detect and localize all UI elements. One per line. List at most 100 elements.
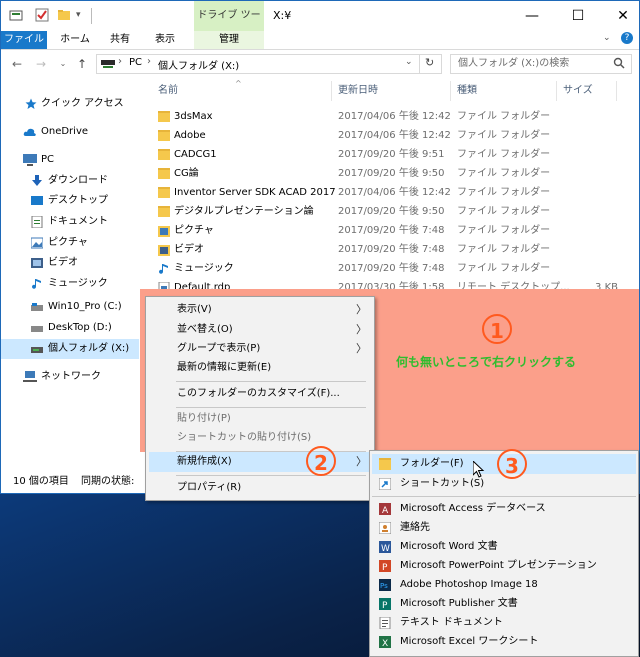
qat-dropdown-icon[interactable]: ▾ <box>76 8 86 24</box>
submenu-item-label: テキスト ドキュメント <box>400 617 503 628</box>
title-bar: ▾ ドライブ ツール X:¥ — ☐ ✕ <box>1 1 639 51</box>
ribbon-expand-icon[interactable]: ⌄ <box>603 33 611 43</box>
tab-manage[interactable]: 管理 <box>194 31 264 49</box>
column-divider[interactable] <box>556 81 557 101</box>
menu-item-paste-shortcut[interactable]: ショートカットの貼り付け(S) <box>149 428 371 448</box>
nav-item-downloads[interactable]: ダウンロード <box>1 171 139 191</box>
help-icon[interactable]: ? <box>621 32 633 44</box>
column-header-size[interactable]: サイズ <box>563 81 593 101</box>
svg-text:P: P <box>382 563 388 572</box>
nav-item-videos[interactable]: ビデオ <box>1 253 139 273</box>
drive-icon <box>31 301 43 313</box>
nav-item-label: ダウンロード <box>48 175 108 186</box>
column-header-type[interactable]: 種類 <box>457 81 477 101</box>
submenu-item-photoshop[interactable]: Ps Adobe Photoshop Image 18 <box>372 575 636 595</box>
nav-item-pictures[interactable]: ピクチャ <box>1 233 139 253</box>
new-folder-icon[interactable] <box>57 8 71 24</box>
search-icon[interactable] <box>613 57 625 69</box>
maximize-button[interactable]: ☐ <box>555 1 601 31</box>
forward-arrow-icon[interactable]: → <box>33 56 49 72</box>
tab-share[interactable]: 共有 <box>105 31 135 49</box>
nav-item-pc[interactable]: PC <box>1 150 139 170</box>
nav-item-drive-x[interactable]: 個人フォルダ (X:) <box>1 339 139 359</box>
table-row[interactable]: Inventor Server SDK ACAD 2017 2017/04/06… <box>140 183 639 202</box>
breadcrumb-pc[interactable]: PC <box>129 57 142 68</box>
video-icon <box>158 244 170 256</box>
submenu-arrow-icon: 〉 <box>356 342 367 355</box>
table-row[interactable]: CG論 2017/09/20 午後 9:50 ファイル フォルダー <box>140 164 639 183</box>
search-input[interactable]: 個人フォルダ (X:)の検索 <box>450 54 632 74</box>
column-divider[interactable] <box>331 81 332 101</box>
menu-item-new[interactable]: 新規作成(X) 〉 <box>149 452 371 472</box>
file-name: Inventor Server SDK ACAD 2017 <box>174 187 336 198</box>
file-name: ピクチャ <box>174 225 214 236</box>
table-row[interactable]: CADCG1 2017/09/20 午後 9:51 ファイル フォルダー <box>140 145 639 164</box>
table-row[interactable]: 3dsMax 2017/04/06 午後 12:42 ファイル フォルダー <box>140 107 639 126</box>
tab-home[interactable]: ホーム <box>57 31 93 49</box>
file-date: 2017/04/06 午後 12:42 <box>338 111 451 122</box>
submenu-arrow-icon: 〉 <box>356 303 367 316</box>
tab-file[interactable]: ファイル <box>1 31 47 49</box>
menu-item-group[interactable]: グループで表示(P) 〉 <box>149 339 371 359</box>
submenu-arrow-icon: 〉 <box>356 455 367 468</box>
properties-icon[interactable] <box>9 8 23 24</box>
submenu-item-publisher[interactable]: P Microsoft Publisher 文書 <box>372 594 636 614</box>
column-header-date[interactable]: 更新日時 <box>338 81 378 101</box>
menu-item-view[interactable]: 表示(V) 〉 <box>149 300 371 320</box>
nav-item-music[interactable]: ミュージック <box>1 274 139 294</box>
minimize-button[interactable]: — <box>509 1 555 31</box>
tab-view[interactable]: 表示 <box>147 31 183 49</box>
table-row[interactable]: ピクチャ 2017/09/20 午後 7:48 ファイル フォルダー <box>140 221 639 240</box>
submenu-item-word[interactable]: W Microsoft Word 文書 <box>372 537 636 557</box>
breadcrumb-drive[interactable]: 個人フォルダ (X:) <box>158 57 239 72</box>
nav-item-drive-c[interactable]: Win10_Pro (C:) <box>1 297 139 317</box>
menu-item-customize[interactable]: このフォルダーのカスタマイズ(F)... <box>149 384 371 404</box>
menu-item-label: グループで表示(P) <box>177 343 261 354</box>
nav-item-network[interactable]: ネットワーク <box>1 367 139 387</box>
menu-item-refresh[interactable]: 最新の情報に更新(E) <box>149 358 371 378</box>
nav-item-desktop[interactable]: デスクトップ <box>1 191 139 211</box>
table-row[interactable]: ビデオ 2017/09/20 午後 7:48 ファイル フォルダー <box>140 240 639 259</box>
table-row[interactable]: ミュージック 2017/09/20 午後 7:48 ファイル フォルダー <box>140 259 639 278</box>
nav-item-drive-d[interactable]: DeskTop (D:) <box>1 318 139 338</box>
download-icon <box>31 175 43 187</box>
nav-item-onedrive[interactable]: OneDrive <box>1 122 139 142</box>
column-divider[interactable] <box>616 81 617 101</box>
address-dropdown-icon[interactable]: ⌄ <box>405 57 413 67</box>
menu-item-properties[interactable]: プロパティ(R) <box>149 478 371 498</box>
new-submenu: フォルダー(F) ショートカット(S) A Microsoft Access デ… <box>369 450 639 657</box>
submenu-item-text[interactable]: テキスト ドキュメント <box>372 613 636 633</box>
recent-dropdown-icon[interactable]: ⌄ <box>55 56 71 72</box>
address-field[interactable]: › PC › 個人フォルダ (X:) ⌄ ↻ <box>96 54 442 74</box>
submenu-item-contact[interactable]: 連絡先 <box>372 518 636 538</box>
close-button[interactable]: ✕ <box>600 1 639 31</box>
column-header-name[interactable]: 名前 <box>158 81 178 101</box>
menu-item-sort[interactable]: 並べ替え(O) 〉 <box>149 320 371 340</box>
back-arrow-icon[interactable]: ← <box>9 56 25 72</box>
nav-item-quick-access[interactable]: クイック アクセス <box>1 94 139 114</box>
checklist-icon[interactable] <box>35 8 49 24</box>
column-divider[interactable] <box>450 81 451 101</box>
excel-icon: X <box>379 636 391 649</box>
menu-item-paste[interactable]: 貼り付け(P) <box>149 409 371 429</box>
table-row[interactable]: Adobe 2017/04/06 午後 12:42 ファイル フォルダー <box>140 126 639 145</box>
up-arrow-icon[interactable]: ↑ <box>74 56 90 72</box>
file-name: CG論 <box>174 168 199 179</box>
nav-item-documents[interactable]: ドキュメント <box>1 212 139 232</box>
file-date: 2017/09/20 午後 7:48 <box>338 244 445 255</box>
menu-separator <box>176 381 366 382</box>
nav-item-label: ピクチャ <box>48 237 88 248</box>
file-date: 2017/09/20 午後 9:51 <box>338 149 445 160</box>
submenu-item-excel[interactable]: X Microsoft Excel ワークシート <box>372 632 636 652</box>
table-row[interactable]: デジタルプレゼンテーション論 2017/09/20 午後 9:50 ファイル フ… <box>140 202 639 221</box>
submenu-item-access[interactable]: A Microsoft Access データベース <box>372 499 636 519</box>
submenu-item-powerpoint[interactable]: P Microsoft PowerPoint プレゼンテーション <box>372 556 636 576</box>
refresh-icon[interactable]: ↻ <box>425 56 434 69</box>
annotation-hint: 何も無いところで右クリックする <box>396 355 577 369</box>
drive-tools-header: ドライブ ツール <box>194 1 264 51</box>
nav-item-label: OneDrive <box>41 126 89 137</box>
nav-item-label: PC <box>41 154 55 165</box>
folder-icon <box>158 130 170 141</box>
file-name: デジタルプレゼンテーション論 <box>174 206 314 217</box>
menu-item-label: プロパティ(R) <box>177 482 242 493</box>
